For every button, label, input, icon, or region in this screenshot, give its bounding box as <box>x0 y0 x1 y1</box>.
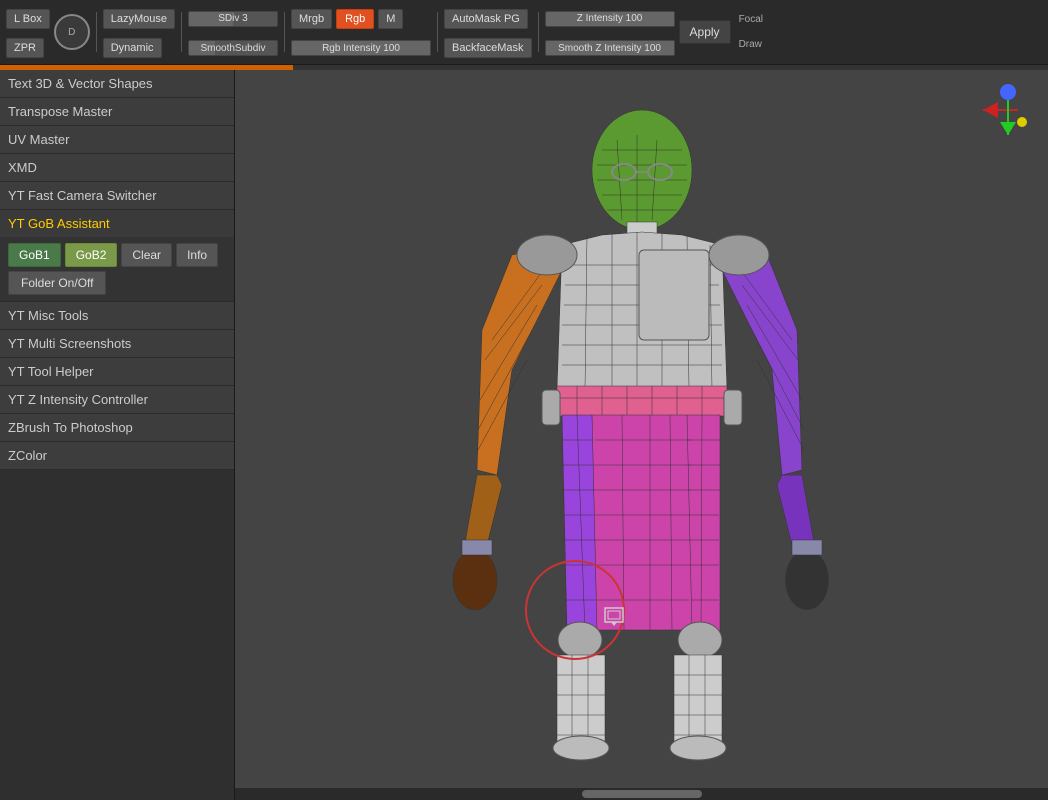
sdiv-group: SDiv 3 SmoothSubdiv <box>188 4 278 61</box>
sep3 <box>284 12 285 52</box>
sdiv-slider[interactable]: SDiv 3 <box>188 11 278 27</box>
sidebar-item-yt-fast-camera[interactable]: YT Fast Camera Switcher <box>0 182 234 210</box>
info-button[interactable]: Info <box>176 243 218 267</box>
z-intensity-slider[interactable]: Z Intensity 100 <box>545 11 675 27</box>
focal-label: Focal <box>739 14 763 25</box>
mrgb-button[interactable]: Mrgb <box>291 9 332 29</box>
draw-label: Draw <box>739 39 763 50</box>
zpr-button[interactable]: ZPR <box>6 38 44 58</box>
automask-button[interactable]: AutoMask PG <box>444 9 528 29</box>
sep5 <box>538 12 539 52</box>
sep1 <box>96 12 97 52</box>
sidebar-item-uv-master[interactable]: UV Master <box>0 126 234 154</box>
clear-button[interactable]: Clear <box>121 243 172 267</box>
smooth-z-intensity-slider[interactable]: Smooth Z Intensity 100 <box>545 40 675 56</box>
gob-assistant-plugin: YT GoB Assistant GoB1 GoB2 Clear Info Fo… <box>0 210 234 302</box>
smoothsubdiv-slider[interactable]: SmoothSubdiv <box>188 40 278 56</box>
sidebar-item-zcolor[interactable]: ZColor <box>0 442 234 470</box>
sidebar: Text 3D & Vector Shapes Transpose Master… <box>0 70 235 800</box>
character-svg <box>402 90 882 800</box>
sep2 <box>181 12 182 52</box>
lazymouse-group: LazyMouse Dynamic <box>103 4 175 61</box>
zintensity-group: Z Intensity 100 Smooth Z Intensity 100 <box>545 4 675 61</box>
backface-button[interactable]: BackfaceMask <box>444 38 532 58</box>
brush-group: D <box>54 14 90 50</box>
sidebar-item-yt-multi-screenshots[interactable]: YT Multi Screenshots <box>0 330 234 358</box>
sidebar-item-yt-tool-helper[interactable]: YT Tool Helper <box>0 358 234 386</box>
lbox-zpr-group: L Box ZPR <box>6 4 50 61</box>
sidebar-item-yt-z-intensity[interactable]: YT Z Intensity Controller <box>0 386 234 414</box>
dynamic-button[interactable]: Dynamic <box>103 38 162 58</box>
gob-plugin-header[interactable]: YT GoB Assistant <box>0 210 234 237</box>
horizontal-scrollbar[interactable] <box>235 788 1048 800</box>
main-area: Text 3D & Vector Shapes Transpose Master… <box>0 70 1048 800</box>
sidebar-item-xmd[interactable]: XMD <box>0 154 234 182</box>
brush-circle[interactable]: D <box>54 14 90 50</box>
mask-group: AutoMask PG BackfaceMask <box>444 4 532 61</box>
sidebar-item-transpose-master[interactable]: Transpose Master <box>0 98 234 126</box>
rgb-group: Mrgb Rgb M Rgb Intensity 100 <box>291 4 431 61</box>
gob2-button[interactable]: GoB2 <box>65 243 118 267</box>
scroll-thumb[interactable] <box>582 790 702 798</box>
rgb-intensity-slider[interactable]: Rgb Intensity 100 <box>291 40 431 56</box>
gob-plugin-label: YT GoB Assistant <box>8 216 110 231</box>
sidebar-item-zbrush-photoshop[interactable]: ZBrush To Photoshop <box>0 414 234 442</box>
canvas-area[interactable] <box>235 70 1048 800</box>
rgb-button[interactable]: Rgb <box>336 9 374 29</box>
gob-btn-row: GoB1 GoB2 Clear Info <box>8 243 226 267</box>
lbox-button[interactable]: L Box <box>6 9 50 29</box>
sidebar-item-text3d[interactable]: Text 3D & Vector Shapes <box>0 70 234 98</box>
sep4 <box>437 12 438 52</box>
character-viewport <box>402 90 882 800</box>
m-button[interactable]: M <box>378 9 403 29</box>
gob-plugin-content: GoB1 GoB2 Clear Info Folder On/Off <box>0 237 234 301</box>
gizmo-3d <box>978 80 1038 140</box>
folder-btn-row: Folder On/Off <box>8 271 226 295</box>
sidebar-item-yt-misc[interactable]: YT Misc Tools <box>0 302 234 330</box>
gob1-button[interactable]: GoB1 <box>8 243 61 267</box>
brush-d-label: D <box>68 27 75 38</box>
top-toolbar: L Box ZPR D LazyMouse Dynamic SDiv 3 <box>0 0 1048 65</box>
apply-button[interactable]: Apply <box>679 20 731 44</box>
folder-button[interactable]: Folder On/Off <box>8 271 106 295</box>
lazymouse-button[interactable]: LazyMouse <box>103 9 175 29</box>
